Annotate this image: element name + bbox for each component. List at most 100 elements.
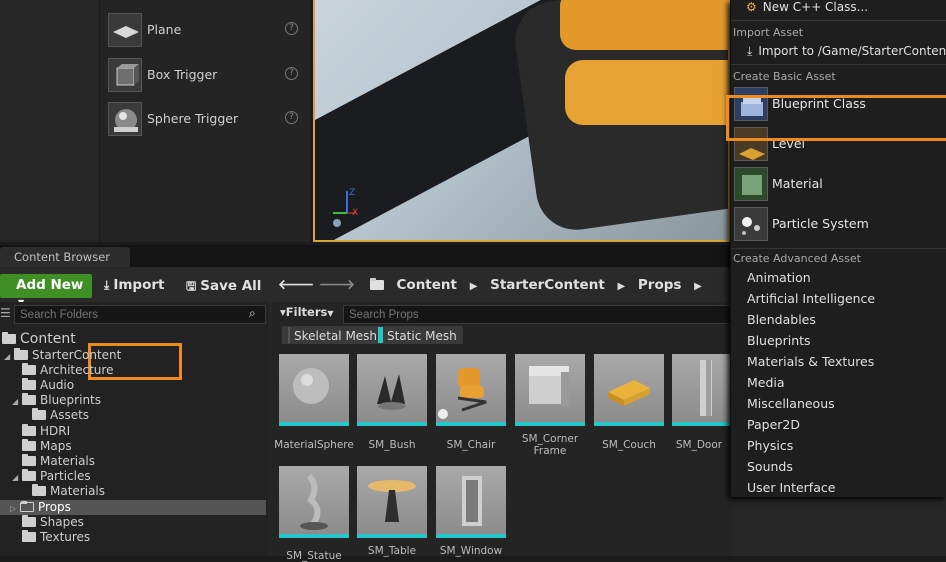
folder-icon bbox=[369, 278, 384, 290]
chip-label: Static Mesh bbox=[387, 329, 457, 343]
bush-thumbnail-icon bbox=[357, 354, 427, 422]
breadcrumb-item-content[interactable]: Content bbox=[397, 277, 457, 293]
collapse-arrow-icon[interactable]: ▷ bbox=[10, 504, 18, 513]
asset-tile-sm-couch[interactable] bbox=[594, 354, 664, 426]
asset-tile-sm-table[interactable] bbox=[357, 466, 427, 538]
folder-icon bbox=[22, 530, 36, 542]
breadcrumb-item-props[interactable]: Props bbox=[638, 277, 682, 293]
door-thumbnail-icon bbox=[672, 354, 730, 422]
folder-icon bbox=[22, 378, 36, 390]
tree-item-particles-materials[interactable]: Materials bbox=[32, 484, 105, 499]
asset-tile-sm-window[interactable] bbox=[436, 466, 506, 538]
menu-header-advanced: Create Advanced Asset bbox=[733, 252, 861, 265]
highlight-box-blueprint-class bbox=[726, 95, 946, 141]
help-icon[interactable]: ? bbox=[285, 67, 298, 80]
asset-tile-sm-statue[interactable] bbox=[279, 466, 349, 538]
asset-tile-sm-chair[interactable] bbox=[436, 354, 506, 426]
breadcrumb-item-startercontent[interactable]: StarterContent bbox=[490, 277, 605, 293]
menu-header-import: Import Asset bbox=[733, 26, 804, 39]
menu-item-import[interactable]: ⤓ Import to /Game/StarterContent/Pr bbox=[747, 44, 946, 59]
asset-label: MaterialSphere bbox=[274, 439, 354, 451]
filter-chip-static-mesh[interactable]: Static Mesh bbox=[376, 326, 463, 344]
asset-tile-sm-door[interactable] bbox=[672, 354, 730, 426]
back-arrow-icon[interactable]: 🡐 bbox=[278, 277, 314, 293]
menu-item-paper2d[interactable]: Paper2D bbox=[747, 417, 800, 432]
search-folders-input[interactable] bbox=[14, 305, 266, 324]
menu-item-label: Material bbox=[772, 176, 823, 191]
place-item-label: Sphere Trigger bbox=[147, 111, 239, 126]
tree-item-startercontent[interactable]: ◢ StarterContent bbox=[4, 348, 121, 363]
asset-tile-materialsphere[interactable] bbox=[279, 354, 349, 426]
folder-icon bbox=[22, 454, 36, 466]
box-trigger-icon bbox=[108, 58, 142, 92]
chip-label: Skeletal Mesh bbox=[294, 329, 378, 343]
import-icon: ⤓ bbox=[104, 278, 110, 292]
tree-item-props[interactable]: ▷ Props bbox=[10, 500, 71, 515]
tree-item-particles[interactable]: ◢ Particles bbox=[12, 469, 91, 484]
expand-arrow-icon[interactable]: ◢ bbox=[4, 352, 12, 361]
save-all-button[interactable]: 🖫 Save All bbox=[186, 277, 261, 298]
help-icon[interactable]: ? bbox=[285, 111, 298, 124]
chevron-right-icon[interactable]: ▶ bbox=[694, 281, 702, 292]
menu-item-sounds[interactable]: Sounds bbox=[747, 459, 793, 474]
forward-arrow-icon[interactable]: 🡒 bbox=[319, 277, 355, 293]
tree-item-maps[interactable]: Maps bbox=[22, 439, 72, 454]
filter-chip-skeletal-mesh[interactable]: Skeletal Mesh bbox=[282, 326, 384, 344]
expand-arrow-icon[interactable]: ◢ bbox=[12, 473, 20, 482]
expand-arrow-icon[interactable]: ◢ bbox=[12, 397, 20, 406]
table-thumbnail-icon bbox=[357, 466, 427, 534]
menu-header-basic: Create Basic Asset bbox=[733, 70, 836, 83]
add-new-button[interactable]: Add New ▼ bbox=[0, 274, 92, 307]
place-item-label: Plane bbox=[147, 22, 182, 37]
menu-item-media[interactable]: Media bbox=[747, 375, 785, 390]
menu-item-label: Import to /Game/StarterContent/Pr bbox=[758, 44, 946, 58]
tree-item-architecture[interactable]: Architecture bbox=[22, 363, 113, 378]
asset-tile-sm-corner-frame[interactable] bbox=[515, 354, 585, 426]
asset-label: SM_Chair bbox=[446, 439, 496, 451]
tree-item-materials[interactable]: Materials bbox=[22, 454, 95, 469]
place-item-sphere-trigger[interactable]: Sphere Trigger ? bbox=[106, 100, 306, 140]
level-viewport[interactable]: Z X bbox=[313, 0, 730, 242]
tree-item-label: Assets bbox=[50, 408, 90, 422]
cpp-class-icon: ⚙ bbox=[746, 0, 757, 14]
tree-item-label: Shapes bbox=[40, 515, 84, 529]
menu-item-user-interface[interactable]: User Interface bbox=[747, 480, 835, 495]
place-item-box-trigger[interactable]: Box Trigger ? bbox=[106, 56, 306, 96]
search-icon: ⌕ bbox=[249, 306, 256, 320]
tree-item-label: Props bbox=[38, 500, 71, 514]
menu-item-blueprints[interactable]: Blueprints bbox=[747, 333, 811, 348]
menu-item-miscellaneous[interactable]: Miscellaneous bbox=[747, 396, 835, 411]
tree-item-label: Audio bbox=[40, 378, 75, 392]
tree-item-textures[interactable]: Textures bbox=[22, 530, 90, 545]
axis-x-label: X bbox=[352, 208, 358, 218]
chip-color-marker bbox=[288, 327, 290, 343]
menu-item-materials-textures[interactable]: Materials & Textures bbox=[747, 354, 874, 369]
tree-item-hdri[interactable]: HDRI bbox=[22, 424, 70, 439]
tree-item-label: Textures bbox=[40, 530, 91, 544]
menu-item-new-cpp-class[interactable]: ⚙ New C++ Class... bbox=[746, 0, 868, 14]
tree-item-shapes[interactable]: Shapes bbox=[22, 515, 84, 530]
menu-item-blendables[interactable]: Blendables bbox=[747, 312, 816, 327]
menu-item-label: New C++ Class... bbox=[762, 0, 869, 14]
menu-item-physics[interactable]: Physics bbox=[747, 438, 793, 453]
search-props-input[interactable] bbox=[343, 305, 733, 324]
place-item-plane[interactable]: Plane ? bbox=[106, 11, 306, 51]
menu-item-material[interactable]: Material bbox=[732, 165, 946, 203]
menu-item-artificial-intelligence[interactable]: Artificial Intelligence bbox=[747, 291, 875, 306]
tree-item-content[interactable]: Content bbox=[2, 331, 76, 347]
tree-item-audio[interactable]: Audio bbox=[22, 378, 74, 393]
menu-item-particle-system[interactable]: Particle System bbox=[732, 205, 946, 243]
filters-button[interactable]: ▾Filters▼ bbox=[280, 305, 340, 324]
tree-item-blueprints[interactable]: ◢ Blueprints bbox=[12, 393, 101, 408]
import-button[interactable]: ⤓ Import bbox=[104, 277, 164, 293]
list-view-icon[interactable]: ☰ bbox=[0, 306, 12, 322]
asset-tile-sm-bush[interactable] bbox=[357, 354, 427, 426]
tab-content-browser[interactable]: Content Browser bbox=[0, 247, 130, 267]
asset-label: SM_Couch bbox=[602, 439, 656, 451]
menu-item-animation[interactable]: Animation bbox=[747, 270, 811, 285]
particle-system-icon bbox=[734, 207, 768, 241]
save-icon: 🖫 bbox=[186, 279, 197, 293]
menu-item-label: Particle System bbox=[772, 216, 869, 231]
tree-item-assets[interactable]: Assets bbox=[32, 408, 89, 423]
help-icon[interactable]: ? bbox=[285, 22, 298, 35]
